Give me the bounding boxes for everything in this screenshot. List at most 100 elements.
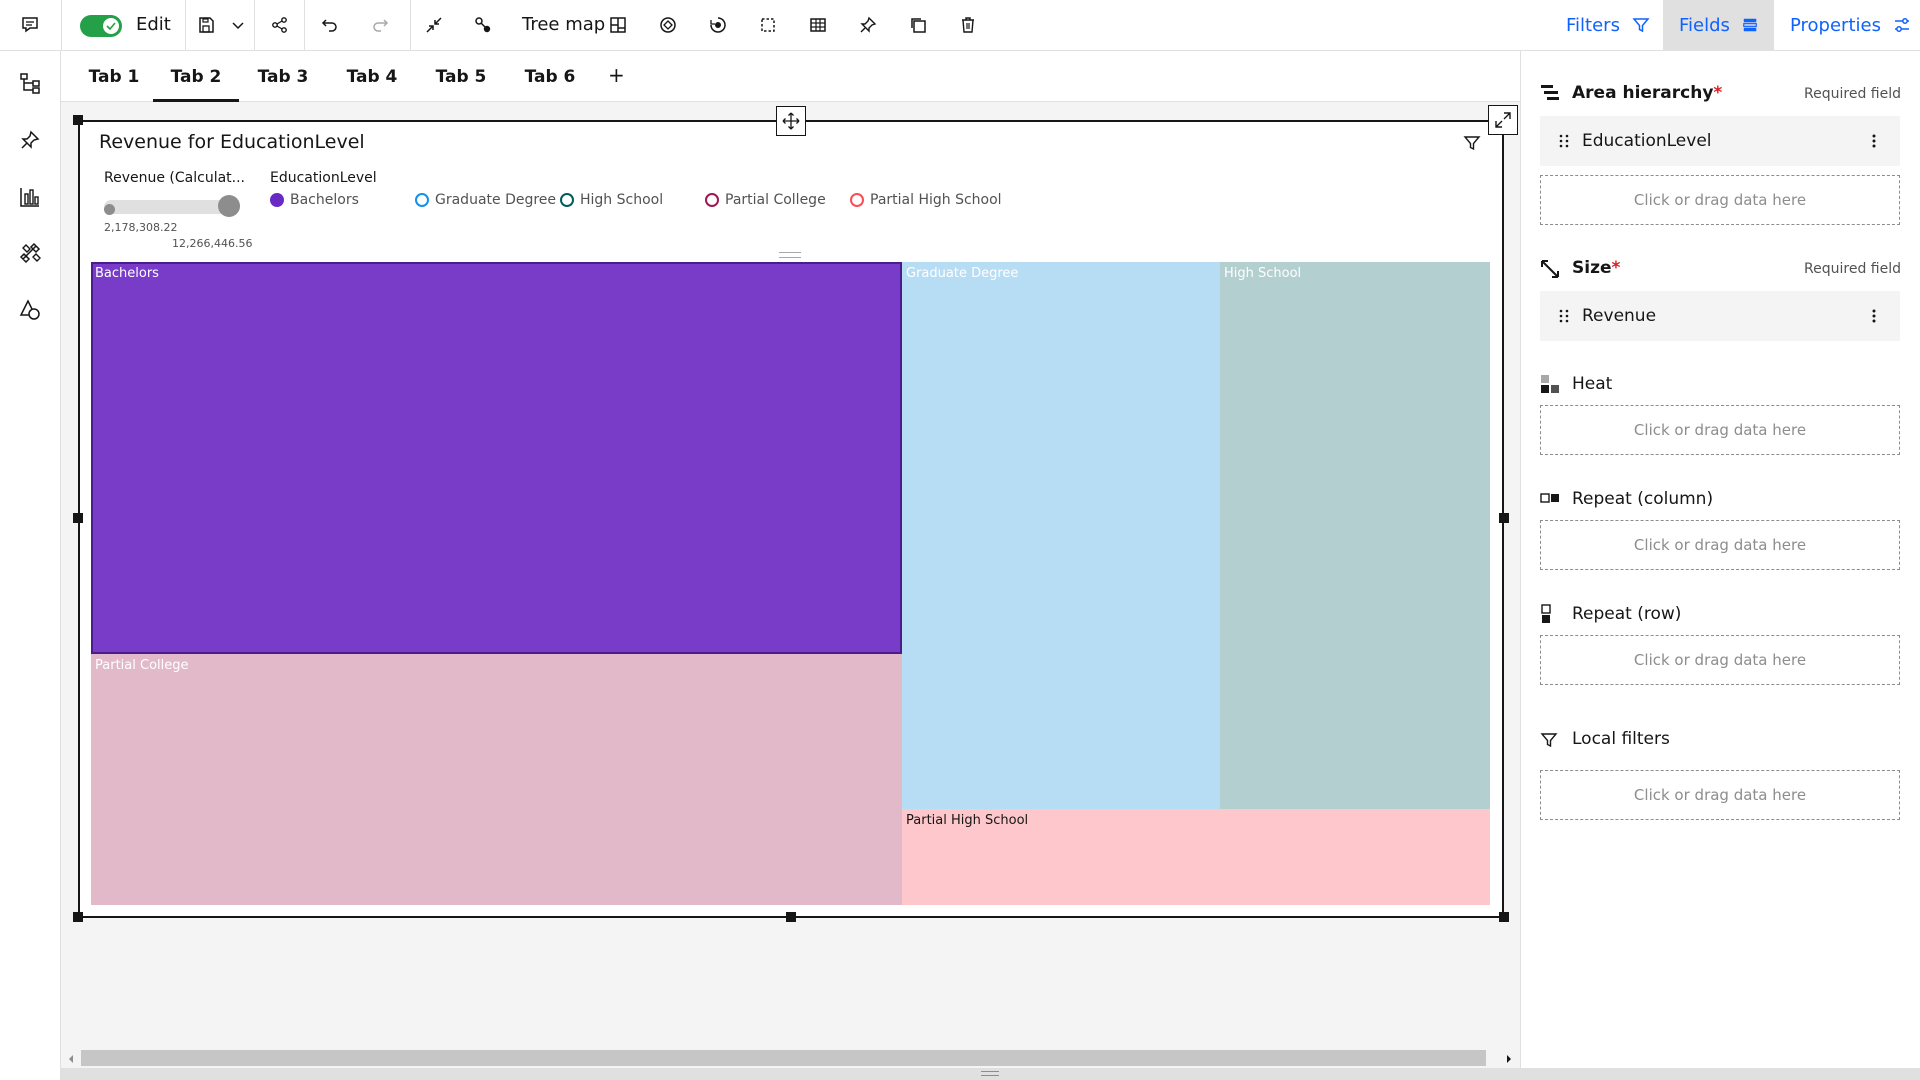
size-legend-max-label: 12,266,446.56 (172, 237, 253, 250)
maximize-icon[interactable] (1488, 105, 1518, 135)
sliders-icon (1894, 18, 1909, 32)
palette-icon[interactable] (646, 0, 690, 50)
widget-filter-icon[interactable] (1463, 134, 1481, 152)
tab-1[interactable]: Tab 1 (75, 51, 153, 102)
treemap-tile-partial-high-school[interactable]: Partial High School (902, 809, 1490, 905)
field-name: Revenue (1582, 306, 1657, 326)
tab-6[interactable]: Tab 6 (511, 51, 589, 102)
duplicate-icon[interactable] (896, 0, 940, 50)
resize-handle[interactable] (73, 912, 83, 922)
legend-item-high-school[interactable]: High School (560, 192, 663, 208)
horizontal-scrollbar[interactable] (61, 1050, 1520, 1068)
legend-dot (705, 193, 719, 207)
treemap-icon[interactable] (596, 0, 640, 50)
add-tab-button[interactable]: + (608, 63, 625, 87)
required-field-label: Required field (1804, 86, 1901, 102)
data-table-icon[interactable] (796, 0, 840, 50)
treemap-tile-partial-college[interactable]: Partial College (91, 654, 902, 905)
comment-icon[interactable] (8, 0, 52, 50)
bottom-resize-bar[interactable] (61, 1068, 1920, 1080)
required-field-label: Required field (1804, 261, 1901, 277)
legend-dot (270, 193, 284, 207)
local-filter-icon (1540, 731, 1558, 749)
size-legend-title: Revenue (Calculat... (104, 170, 246, 186)
local-filters-title: Local filters (1572, 729, 1670, 749)
legend-item-graduate-degree[interactable]: Graduate Degree (415, 192, 556, 208)
treemap-tile-high-school[interactable]: High School (1220, 262, 1490, 809)
legend-item-bachelors[interactable]: Bachelors (270, 192, 359, 208)
widget-title: Revenue for EducationLevel (99, 131, 365, 153)
area-hierarchy-field-pill[interactable]: EducationLevel (1540, 116, 1900, 166)
overflow-menu-icon (1872, 309, 1876, 323)
drag-handle-icon (1559, 134, 1569, 148)
visualization-type-label[interactable]: Tree map (522, 14, 605, 35)
repeat-row-drop-zone[interactable]: Click or drag data here (1540, 635, 1900, 685)
legend-label: Bachelors (290, 192, 359, 208)
scrollbar-thumb[interactable] (81, 1050, 1486, 1066)
assets-icon[interactable] (0, 227, 60, 279)
properties-tab[interactable]: Properties (1774, 0, 1920, 50)
pin-panel-icon[interactable] (0, 114, 60, 166)
repeat-row-icon (1540, 604, 1552, 624)
resize-handle[interactable] (73, 513, 83, 523)
area-hierarchy-drop-zone[interactable]: Click or drag data here (1540, 175, 1900, 225)
redo-icon[interactable] (358, 0, 402, 50)
filters-tab[interactable]: Filters (1550, 0, 1666, 50)
move-widget-icon[interactable] (776, 106, 806, 136)
repeat-row-title: Repeat (row) (1572, 604, 1682, 624)
legend-dot (560, 193, 574, 207)
resize-handle[interactable] (73, 115, 83, 125)
heat-drop-zone[interactable]: Click or drag data here (1540, 405, 1900, 455)
color-legend-title: EducationLevel (270, 170, 377, 186)
delete-icon[interactable] (946, 0, 990, 50)
treemap-tile-graduate-degree[interactable]: Graduate Degree (902, 262, 1220, 809)
legend-item-partial-high-school[interactable]: Partial High School (850, 192, 1002, 208)
properties-tab-label: Properties (1790, 14, 1881, 36)
size-legend-min-label: 2,178,308.22 (104, 221, 178, 234)
filter-icon (1632, 18, 1650, 33)
legend-item-partial-college[interactable]: Partial College (705, 192, 826, 208)
tab-4[interactable]: Tab 4 (333, 51, 411, 102)
area-hierarchy-title: Area hierarchy* (1572, 83, 1723, 103)
resize-handle[interactable] (1499, 912, 1509, 922)
legend-label: Partial College (725, 192, 826, 208)
treemap-tile-label: Bachelors (95, 266, 159, 281)
tab-2[interactable]: Tab 2 (153, 51, 239, 102)
collapse-icon[interactable] (412, 0, 456, 50)
treemap-chart: Bachelors Partial College Graduate Degree H… (91, 262, 1490, 905)
animate-icon[interactable] (696, 0, 740, 50)
pin-icon[interactable] (846, 0, 890, 50)
shapes-icon[interactable] (0, 284, 60, 336)
share-icon[interactable] (258, 0, 302, 50)
edit-toggle[interactable] (80, 15, 122, 37)
undo-icon[interactable] (308, 0, 352, 50)
treemap-tile-bachelors[interactable]: Bachelors (91, 262, 902, 654)
fields-tab[interactable]: Fields (1663, 0, 1774, 50)
local-filters-drop-zone[interactable]: Click or drag data here (1540, 770, 1900, 820)
legend-resize-grip[interactable] (779, 252, 801, 258)
legend-label: Graduate Degree (435, 192, 557, 208)
data-tree-icon[interactable] (0, 57, 60, 109)
dashboard-tab-bar: Tab 1 Tab 2 Tab 3 Tab 4 Tab 5 Tab 6 + (61, 51, 1520, 102)
resize-handle[interactable] (1499, 513, 1509, 523)
filters-tab-label: Filters (1566, 14, 1620, 36)
visualizations-icon[interactable] (0, 171, 60, 223)
size-title: Size* (1572, 258, 1621, 278)
repeat-column-drop-zone[interactable]: Click or drag data here (1540, 520, 1900, 570)
connect-icon[interactable] (461, 0, 505, 50)
legend-dot (850, 193, 864, 207)
fields-tab-label: Fields (1679, 14, 1730, 36)
legend-label: Partial High School (870, 192, 1002, 208)
tab-5[interactable]: Tab 5 (422, 51, 500, 102)
top-toolbar: Edit Tree map Filters Fields Properties (0, 0, 1920, 51)
field-name: EducationLevel (1582, 131, 1712, 151)
heat-icon (1540, 374, 1560, 394)
size-icon (1540, 259, 1560, 279)
drag-handle-icon (1559, 309, 1569, 323)
size-field-pill[interactable]: Revenue (1540, 291, 1900, 341)
resize-handle[interactable] (786, 912, 796, 922)
tab-3[interactable]: Tab 3 (244, 51, 322, 102)
treemap-tile-label: Partial College (95, 658, 189, 673)
left-rail (0, 51, 61, 1080)
select-area-icon[interactable] (746, 0, 790, 50)
